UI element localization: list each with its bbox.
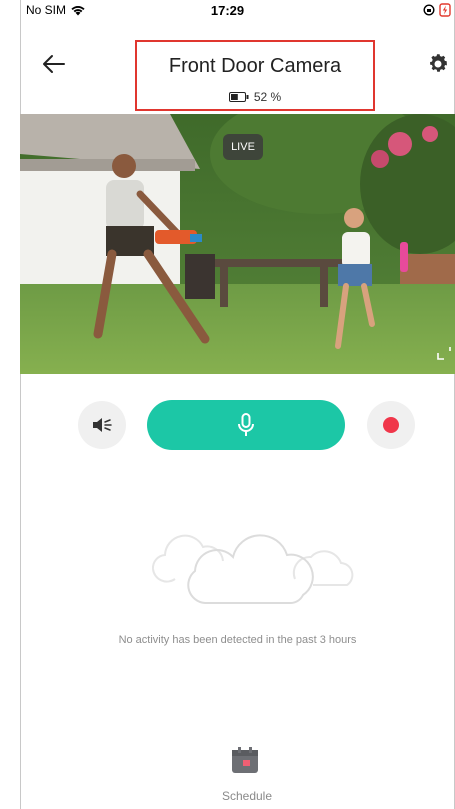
fullscreen-icon[interactable] [437, 346, 451, 360]
talk-button[interactable] [147, 400, 345, 450]
battery-icon [228, 92, 249, 102]
schedule-label: Schedule [221, 789, 273, 803]
battery-charging-icon [439, 3, 451, 17]
live-badge: LIVE [223, 134, 263, 160]
battery-status: 52 % [137, 90, 373, 104]
status-time: 17:29 [210, 3, 245, 18]
back-button[interactable] [38, 50, 70, 78]
camera-controls [20, 400, 455, 450]
microphone-icon [238, 413, 254, 436]
arrow-left-icon [43, 55, 65, 73]
battery-percentage: 52 % [253, 90, 282, 104]
header: Front Door Camera 52 % [20, 40, 455, 112]
title-highlight-box: Front Door Camera 52 % [135, 40, 375, 111]
calendar-icon [232, 747, 258, 773]
settings-button[interactable] [426, 52, 450, 76]
speaker-mute-icon [93, 418, 112, 432]
orientation-lock-icon [423, 4, 435, 16]
record-button[interactable] [367, 401, 415, 449]
page-title: Front Door Camera [168, 55, 342, 77]
status-right [423, 3, 451, 17]
clouds-icon [151, 534, 354, 604]
schedule-button[interactable]: Schedule [197, 745, 297, 805]
status-bar: No SIM 17:29 [0, 0, 455, 20]
live-video-feed[interactable]: LIVE [20, 114, 455, 374]
record-icon [383, 417, 399, 433]
mute-button[interactable] [78, 401, 126, 449]
gear-icon [430, 54, 447, 72]
empty-activity-message: No activity has been detected in the pas… [118, 634, 357, 646]
